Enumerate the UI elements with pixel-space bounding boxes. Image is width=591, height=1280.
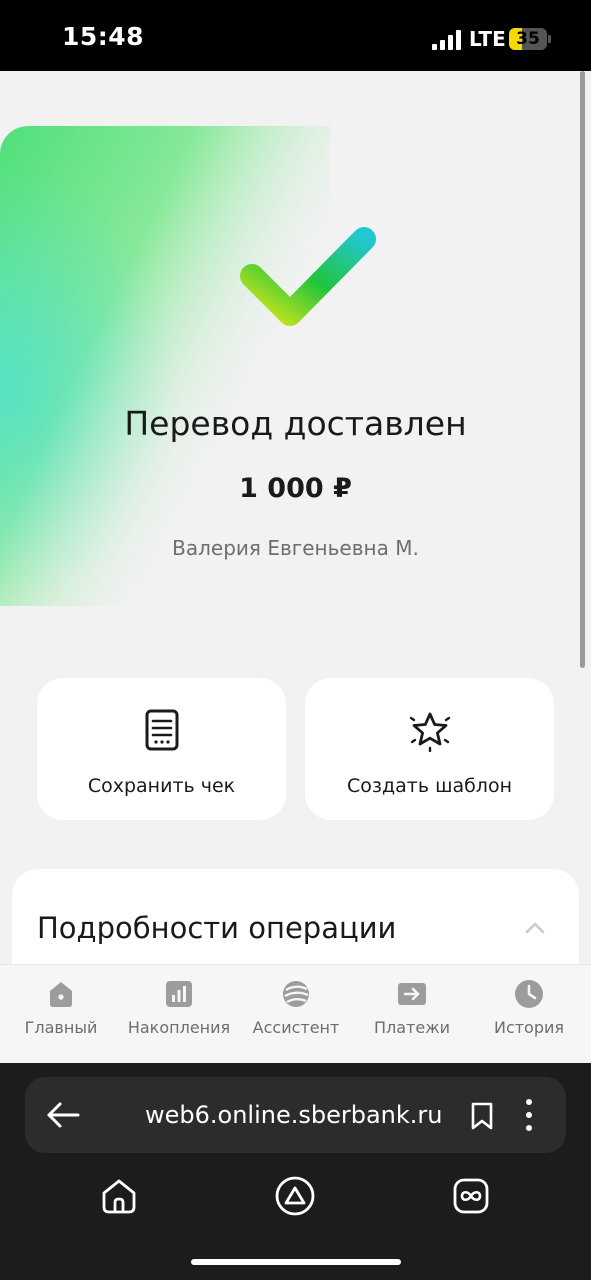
star-icon [409,712,450,752]
tab-home[interactable]: Главный [2,965,120,1063]
payments-arrow-icon [398,983,426,1005]
receipt-icon [145,709,178,751]
status-time: 15:48 [62,22,145,51]
tab-assistant[interactable]: Ассистент [237,965,355,1063]
tab-history[interactable]: История [470,965,588,1063]
save-receipt-button[interactable]: Сохранить чек [37,678,286,820]
save-receipt-label: Сохранить чек [87,775,236,797]
back-arrow-icon[interactable] [45,1099,81,1131]
alice-icon[interactable] [275,1176,315,1216]
more-menu-icon[interactable] [522,1097,536,1133]
chevron-up-icon[interactable] [524,921,546,935]
battery-level: 35 [516,29,540,49]
page-scrollbar[interactable] [580,71,585,668]
url-text[interactable]: web6.online.sberbank.ru [145,1077,443,1153]
browser-toolbar: web6.online.sberbank.ru [0,1063,591,1280]
status-bar: 15:48 LTE 35 [0,0,591,71]
create-template-label: Создать шаблон [346,775,513,797]
browser-home-icon[interactable] [99,1176,139,1216]
assistant-icon [283,981,309,1007]
bottom-tab-bar: Главный Накопления Ассистент Платежи Ист… [0,964,591,1063]
create-template-button[interactable]: Создать шаблон [305,678,554,820]
battery-tip [548,35,551,43]
network-type: LTE [469,27,506,51]
tab-payments[interactable]: Платежи [353,965,471,1063]
tab-history-label: История [493,1018,565,1037]
transfer-amount: 1 000 ₽ [239,473,352,504]
home-indicator [191,1259,401,1265]
battery-icon: 35 [509,28,547,50]
bookmark-icon[interactable] [470,1101,494,1131]
address-bar[interactable]: web6.online.sberbank.ru [25,1077,566,1153]
operation-details-title: Подробности операции [37,911,397,945]
check-icon [240,227,376,326]
page-content: Перевод доставлен 1 000 ₽ Валерия Евгень… [0,71,591,1063]
tab-savings[interactable]: Накопления [120,965,238,1063]
recipient-name: Валерия Евгеньевна М. [172,536,419,560]
tabs-icon[interactable] [451,1176,491,1216]
signal-icon [432,30,464,50]
savings-chart-icon [166,981,192,1007]
success-gradient [0,126,330,606]
history-clock-icon [515,980,543,1008]
page-title: Перевод доставлен [124,404,467,443]
home-icon [50,982,72,1007]
